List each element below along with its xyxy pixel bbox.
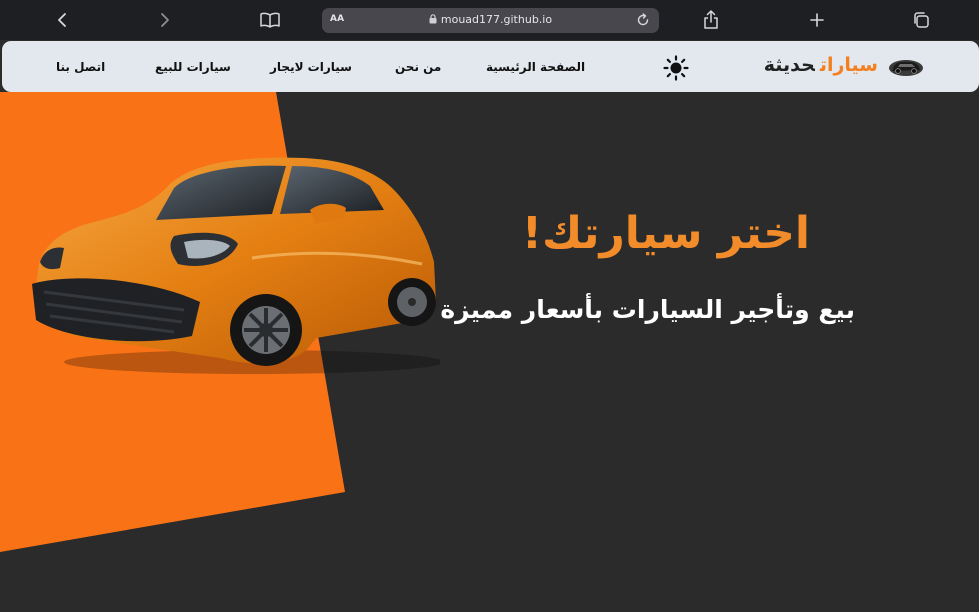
brand-dark-text: حديثة [763,54,815,76]
logo-car-icon[interactable] [888,55,924,77]
hero-title: اختر سيارتك! [521,208,810,259]
address-bar[interactable]: AA mouad177.github.io [322,8,659,33]
nav-rent-cars[interactable]: سيارات لايجار [270,60,352,74]
chevron-left-icon[interactable] [48,6,76,34]
plus-icon[interactable] [803,6,831,34]
tabs-icon[interactable] [907,6,935,34]
book-icon[interactable] [256,6,284,34]
hero-subtitle: بيع وتأجير السيارات بأسعار مميزة [440,295,855,324]
site-header: سياراتحديثة الصفحة الرئيسية من نحن سيارا… [2,41,979,92]
nav-sale-cars[interactable]: سيارات للبيع [155,60,231,74]
nav-contact[interactable]: اتصل بنا [56,60,105,74]
brand-name[interactable]: سياراتحديثة [754,54,878,76]
share-icon[interactable] [697,6,725,34]
lock-icon [429,14,437,27]
nav-home[interactable]: الصفحة الرئيسية [486,60,585,74]
theme-toggle-button[interactable] [663,55,689,81]
sun-icon [663,55,689,81]
brand-accent-text: سيارات [819,54,878,76]
reload-icon[interactable] [635,12,651,32]
browser-toolbar: AA mouad177.github.io [0,0,979,40]
chevron-right-icon[interactable] [151,6,179,34]
car-image [32,157,440,374]
url-text: mouad177.github.io [440,13,553,26]
nav-about[interactable]: من نحن [395,60,441,74]
